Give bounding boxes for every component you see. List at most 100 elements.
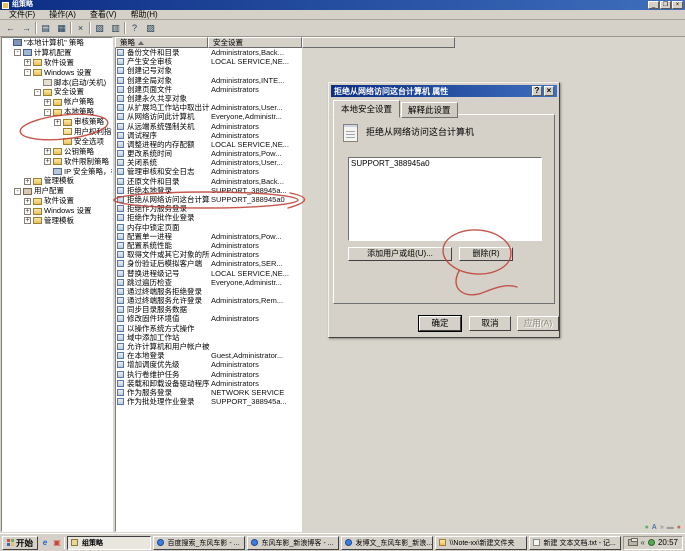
restore-button[interactable]: ❐ <box>660 1 671 9</box>
tree-item[interactable]: + 审核策略 <box>2 117 112 127</box>
policy-row[interactable]: 身份验证后模拟客户端 Administrators,SER... <box>116 259 301 268</box>
show-console-tree-icon[interactable]: ▦ <box>54 22 69 35</box>
separator[interactable] <box>35 22 37 34</box>
ime-language-bar[interactable]: ● A » ▬ ● <box>645 524 681 532</box>
policy-row[interactable]: 执行卷维护任务 Administrators <box>116 370 301 379</box>
tree-expand-toggle[interactable]: + <box>54 119 61 126</box>
tree-expand-toggle[interactable]: - <box>34 89 41 96</box>
tree-item[interactable]: 用户权利指派 <box>2 127 112 137</box>
tree-item[interactable]: + 软件设置 <box>2 58 112 68</box>
policy-row[interactable]: 创建永久共享对象 <box>116 94 301 103</box>
policy-row[interactable]: 创建页面文件 Administrators <box>116 85 301 94</box>
tree-expand-toggle[interactable]: + <box>44 158 51 165</box>
printer-icon[interactable] <box>628 539 638 546</box>
policy-row[interactable]: 拒绝从网络访问这台计算机 SUPPORT_388945a0 <box>116 195 301 204</box>
tree-expand-toggle[interactable]: + <box>24 178 31 185</box>
tree-item[interactable]: "本地计算机" 策略 <box>2 38 112 48</box>
policy-row[interactable]: 调整进程的内存配额 LOCAL SERVICE,NE... <box>116 140 301 149</box>
tree-item[interactable]: + 软件限制策略 <box>2 157 112 167</box>
separator[interactable] <box>70 22 72 34</box>
tree-expand-toggle[interactable]: + <box>24 198 31 205</box>
policy-row[interactable]: 还原文件和目录 Administrators,Back... <box>116 177 301 186</box>
policy-row[interactable]: 以操作系统方式操作 <box>116 324 301 333</box>
separator[interactable] <box>124 22 126 34</box>
properties-icon[interactable]: ▧ <box>92 22 107 35</box>
add-user-or-group-button[interactable]: 添加用户或组(U)... <box>348 247 452 261</box>
tree-expand-toggle[interactable]: + <box>44 99 51 106</box>
policy-row[interactable]: 通过终端服务拒绝登录 <box>116 287 301 296</box>
column-header-policy[interactable]: 策略 <box>115 37 208 48</box>
policy-row[interactable]: 创建全局对象 Administrators,INTE... <box>116 76 301 85</box>
tab-local-security-setting[interactable]: 本地安全设置 <box>333 100 400 118</box>
up-one-level-icon[interactable]: ▤ <box>38 22 53 35</box>
tree-item[interactable]: - 计算机配置 <box>2 48 112 58</box>
policy-row[interactable]: 产生安全审核 LOCAL SERVICE,NE... <box>116 57 301 66</box>
dialog-help-button[interactable]: ? <box>532 86 542 96</box>
dialog-close-button[interactable]: × <box>544 86 554 96</box>
task-button[interactable]: 新建 文本文档.txt - 记... <box>529 536 621 550</box>
close-button[interactable]: × <box>672 1 683 9</box>
tree-item[interactable]: 安全选项 <box>2 137 112 147</box>
policy-row[interactable]: 允许计算机和用户帐户被信任... <box>116 342 301 351</box>
listbox-entry[interactable]: SUPPORT_388945a0 <box>351 159 539 169</box>
tree-item[interactable]: + 管理模板 <box>2 176 112 186</box>
remove-button[interactable]: 删除(R) <box>459 247 513 261</box>
tree-item[interactable]: - 安全设置 <box>2 87 112 97</box>
tree-item[interactable]: + 公钥策略 <box>2 147 112 157</box>
policy-row[interactable]: 拒绝本地登录 SUPPORT_388945a... <box>116 186 301 195</box>
policy-row[interactable]: 同步目录服务数据 <box>116 305 301 314</box>
tree-item[interactable]: - 用户配置 <box>2 186 112 196</box>
policy-row[interactable]: 更改系统时间 Administrators,Pow... <box>116 149 301 158</box>
export-list-icon[interactable]: ▥ <box>108 22 123 35</box>
policy-row[interactable]: 拒绝作为服务登录 <box>116 204 301 213</box>
quicklaunch-icon[interactable]: ▣ <box>52 538 62 548</box>
tree-expand-toggle[interactable]: + <box>44 148 51 155</box>
tree-expand-toggle[interactable]: - <box>24 69 31 76</box>
forward-icon[interactable]: → <box>19 22 34 35</box>
column-header-security-setting[interactable]: 安全设置 <box>208 37 302 48</box>
policy-row[interactable]: 从扩展坞工作站中取出计算机 Administrators,User... <box>116 103 301 112</box>
task-button[interactable]: 组策略 <box>67 536 151 550</box>
menu-item[interactable]: 帮助(H) <box>124 10 165 20</box>
start-button[interactable]: 开始 <box>2 536 38 550</box>
policy-row[interactable]: 增加调度优先级 Administrators <box>116 360 301 369</box>
policy-row[interactable]: 配置系统性能 Administrators <box>116 241 301 250</box>
menu-item[interactable]: 文件(F) <box>2 10 42 20</box>
policy-row[interactable]: 装载和卸载设备驱动程序 Administrators <box>116 379 301 388</box>
tree-expand-toggle[interactable]: + <box>24 59 31 66</box>
policy-row[interactable]: 内存中锁定页面 <box>116 223 301 232</box>
policy-row[interactable]: 管理审核和安全日志 Administrators <box>116 167 301 176</box>
policy-row[interactable]: 拒绝作为批作业登录 <box>116 213 301 222</box>
ie-quicklaunch-icon[interactable]: e <box>40 538 50 548</box>
separator[interactable] <box>89 22 91 34</box>
tree-item[interactable]: + 软件设置 <box>2 196 112 206</box>
tree-item[interactable]: + 管理模板 <box>2 216 112 226</box>
tree-expand-toggle[interactable]: - <box>14 188 21 195</box>
policy-row[interactable]: 配置单一进程 Administrators,Pow... <box>116 232 301 241</box>
user-group-listbox[interactable]: SUPPORT_388945a0 <box>348 157 542 241</box>
tree-item[interactable]: 脚本(启动/关机) <box>2 78 112 88</box>
task-button[interactable]: 发博文_东风车影_新浪... <box>341 536 433 550</box>
menu-item[interactable]: 操作(A) <box>42 10 83 20</box>
policy-row[interactable]: 修改固件环境值 Administrators <box>116 314 301 323</box>
tree-item[interactable]: - Windows 设置 <box>2 68 112 78</box>
policy-row[interactable]: 从远端系统强制关机 Administrators <box>116 122 301 131</box>
collapse-chevron-icon[interactable]: « <box>641 538 645 548</box>
policy-row[interactable]: 备份文件和目录 Administrators,Back... <box>116 48 301 57</box>
task-button[interactable]: 东风车影_新浪博客 - ... <box>247 536 339 550</box>
status-icon[interactable] <box>648 539 655 546</box>
policy-row[interactable]: 跳过遍历检查 Everyone,Administr... <box>116 278 301 287</box>
ok-button[interactable]: 确定 <box>419 316 461 331</box>
policy-row[interactable]: 替换进程级记号 LOCAL SERVICE,NE... <box>116 269 301 278</box>
tab-explain-setting[interactable]: 解释此设置 <box>401 102 458 118</box>
policy-row[interactable]: 创建记号对象 <box>116 66 301 75</box>
tree-item[interactable]: + Windows 设置 <box>2 206 112 216</box>
tree-item[interactable]: + 帐户策略 <box>2 97 112 107</box>
delete-icon[interactable]: × <box>73 22 88 35</box>
clock[interactable]: 20:57 <box>658 538 678 547</box>
task-button[interactable]: 百度搜索_东风车影 - ... <box>153 536 245 550</box>
tree-item[interactable]: - 本地策略 <box>2 107 112 117</box>
policy-row[interactable]: 作为批处理作业登录 SUPPORT_388945a... <box>116 397 301 406</box>
policy-row[interactable]: 调试程序 Administrators <box>116 131 301 140</box>
new-window-icon[interactable]: ▨ <box>143 22 158 35</box>
